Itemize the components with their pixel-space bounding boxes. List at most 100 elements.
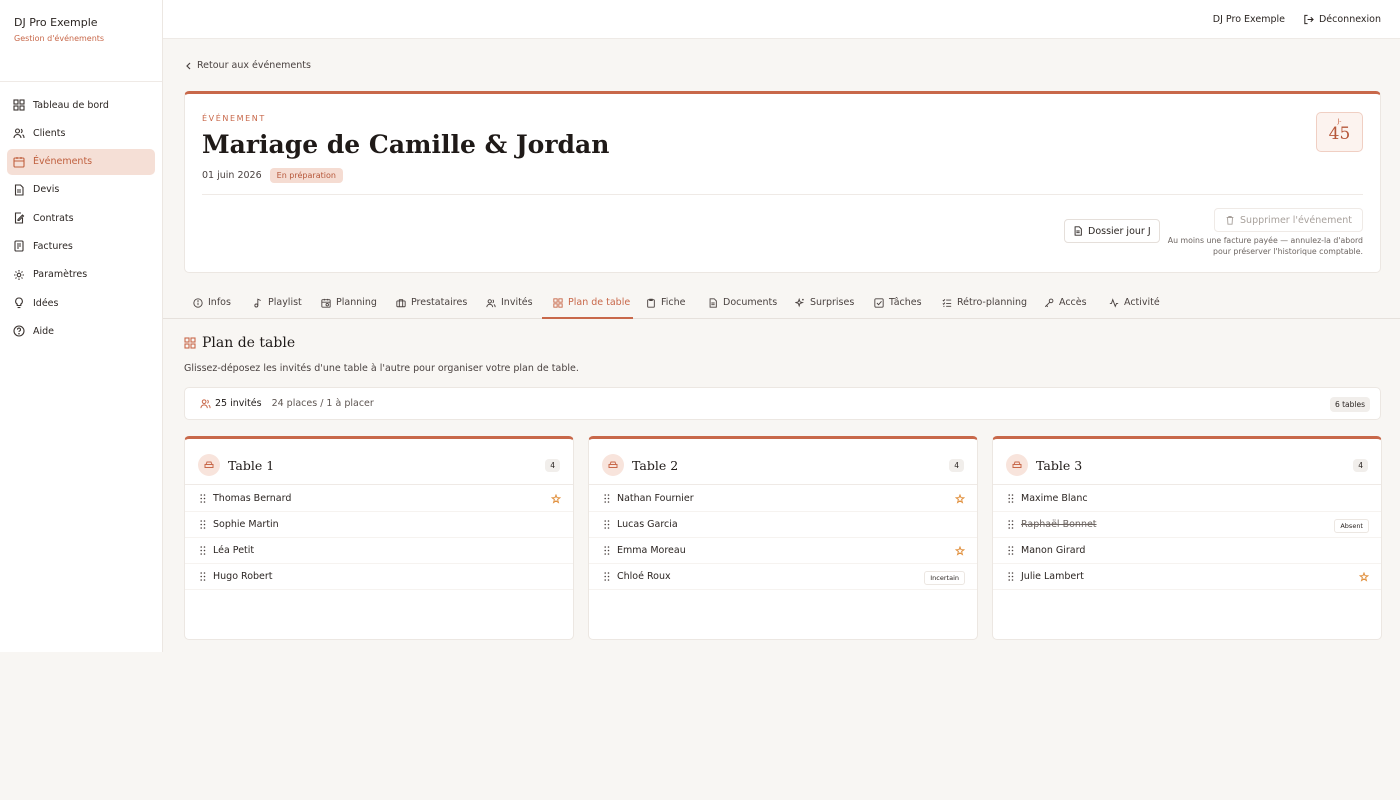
sidebar-item-settings[interactable]: Paramètres (7, 262, 155, 288)
tab-documents[interactable]: Documents (708, 288, 777, 319)
sidebar-item-clients[interactable]: Clients (7, 120, 155, 146)
tab-fiche[interactable]: Fiche (646, 288, 686, 319)
guest-row[interactable]: Emma Moreau (589, 538, 977, 564)
chevron-left-icon (186, 62, 191, 69)
guest-row[interactable]: Hugo Robert (185, 564, 573, 590)
table-card[interactable]: Table 2 4 Nathan Fournier Lucas Garcia Emma … (588, 436, 978, 640)
guest-name: Maxime Blanc (1021, 493, 1088, 504)
table-guest-count: 4 (949, 459, 964, 472)
delete-label: Supprimer l'événement (1240, 214, 1352, 226)
gear-icon (14, 269, 24, 280)
logout-button[interactable]: Déconnexion (1303, 14, 1381, 25)
tab-acces[interactable]: Accès (1044, 288, 1087, 319)
checkbox-icon (874, 298, 884, 308)
tab-playlist[interactable]: Playlist (253, 288, 302, 319)
back-link[interactable]: Retour aux événements (185, 60, 311, 71)
tab-activite[interactable]: Activité (1109, 288, 1160, 319)
drag-handle-icon[interactable] (1008, 520, 1014, 529)
table-icon (1006, 454, 1028, 476)
tab-surprises[interactable]: Surprises (795, 288, 854, 319)
tab-taches[interactable]: Tâches (874, 288, 922, 319)
section-description: Glissez-déposez les invités d'une table … (184, 363, 579, 374)
guest-name: Manon Girard (1021, 545, 1086, 556)
guest-name: Hugo Robert (213, 571, 273, 582)
guest-row[interactable]: Nathan Fournier (589, 486, 977, 512)
dashboard-icon (13, 99, 25, 111)
tab-label: Infos (208, 297, 231, 308)
sidebar: DJ Pro Exemple Gestion d'événements Tabl… (0, 0, 163, 652)
document-icon (14, 184, 24, 196)
guest-row[interactable]: Maxime Blanc (993, 486, 1381, 512)
event-title: Mariage de Camille & Jordan (202, 130, 610, 159)
brand: DJ Pro Exemple Gestion d'événements (0, 0, 162, 82)
clipboard-icon (647, 298, 655, 308)
sidebar-nav: Tableau de bord Clients Événements Devis… (0, 82, 162, 344)
tab-prestataires[interactable]: Prestataires (396, 288, 467, 319)
drag-handle-icon[interactable] (604, 520, 610, 529)
key-icon (1044, 298, 1054, 308)
tab-retro-planning[interactable]: Rétro-planning (942, 288, 1027, 319)
tab-planning[interactable]: Planning (321, 288, 377, 319)
drag-handle-icon[interactable] (1008, 546, 1014, 555)
drag-handle-icon[interactable] (200, 572, 206, 581)
drag-handle-icon[interactable] (604, 572, 610, 581)
guest-row[interactable]: Léa Petit (185, 538, 573, 564)
guest-row[interactable]: Manon Girard (993, 538, 1381, 564)
table-card[interactable]: Table 3 4 Maxime Blanc Raphaël Bonnet Absent… (992, 436, 1382, 640)
drag-handle-icon[interactable] (200, 494, 206, 503)
sidebar-item-label: Tableau de bord (33, 99, 109, 111)
guest-name: Lucas Garcia (617, 519, 678, 530)
sidebar-item-dashboard[interactable]: Tableau de bord (7, 92, 155, 118)
drag-handle-icon[interactable] (604, 546, 610, 555)
logout-label: Déconnexion (1318, 13, 1381, 25)
table-icon (602, 454, 624, 476)
guest-name: Julie Lambert (1021, 571, 1084, 582)
table-card[interactable]: Table 1 4 Thomas Bernard Sophie Martin Léa P… (184, 436, 574, 640)
guest-row[interactable]: Lucas Garcia (589, 512, 977, 538)
sidebar-item-label: Contrats (33, 212, 74, 224)
delete-event-button[interactable]: Supprimer l'événement (1214, 208, 1363, 232)
sidebar-item-quotes[interactable]: Devis (7, 177, 155, 203)
tab-label: Fiche (661, 297, 686, 308)
event-tabs: Infos Playlist Planning Prestataires Inv… (163, 288, 1400, 319)
star-icon (1359, 572, 1369, 582)
dossier-button[interactable]: Dossier jour J (1064, 219, 1160, 243)
sidebar-item-events[interactable]: Événements (7, 148, 155, 175)
sidebar-item-label: Aide (33, 325, 55, 337)
drag-handle-icon[interactable] (200, 520, 206, 529)
drag-handle-icon[interactable] (1008, 572, 1014, 581)
tab-infos[interactable]: Infos (193, 288, 231, 319)
table-card-header: Table 2 4 (589, 439, 977, 485)
tab-label: Documents (723, 297, 778, 308)
calendar-icon (13, 156, 25, 168)
drag-handle-icon[interactable] (200, 546, 206, 555)
sidebar-item-help[interactable]: Aide (7, 318, 155, 344)
section-title-text: Plan de table (202, 335, 296, 351)
sidebar-item-invoices[interactable]: Factures (7, 233, 155, 259)
tab-invites[interactable]: Invités (486, 288, 533, 319)
contract-icon (14, 212, 25, 224)
delete-note: Au moins une facture payée — annulez-la … (1167, 236, 1363, 256)
guest-row[interactable]: Chloé Roux Incertain (589, 564, 977, 590)
sidebar-item-label: Idées (33, 297, 59, 309)
drag-handle-icon[interactable] (604, 494, 610, 503)
sidebar-item-label: Clients (33, 127, 66, 139)
sidebar-item-label: Événements (33, 156, 93, 168)
guest-row[interactable]: Sophie Martin (185, 512, 573, 538)
guest-row[interactable]: Thomas Bernard (185, 486, 573, 512)
brand-name: DJ Pro Exemple (14, 16, 98, 29)
grid-icon (184, 337, 196, 349)
briefcase-icon (396, 299, 406, 308)
countdown-badge: J- 45 (1316, 112, 1363, 152)
guest-status-tag: Incertain (924, 571, 965, 585)
guest-name: Emma Moreau (617, 545, 686, 556)
sidebar-item-ideas[interactable]: Idées (7, 290, 155, 316)
guest-row[interactable]: Raphaël Bonnet Absent (993, 512, 1381, 538)
guest-row[interactable]: Julie Lambert (993, 564, 1381, 590)
lightbulb-icon (15, 297, 23, 309)
sidebar-item-contracts[interactable]: Contrats (7, 205, 155, 231)
drag-handle-icon[interactable] (1008, 494, 1014, 503)
table-guest-count: 4 (1353, 459, 1368, 472)
sparkles-icon (795, 298, 804, 308)
tab-plan-de-table[interactable]: Plan de table (542, 288, 633, 319)
